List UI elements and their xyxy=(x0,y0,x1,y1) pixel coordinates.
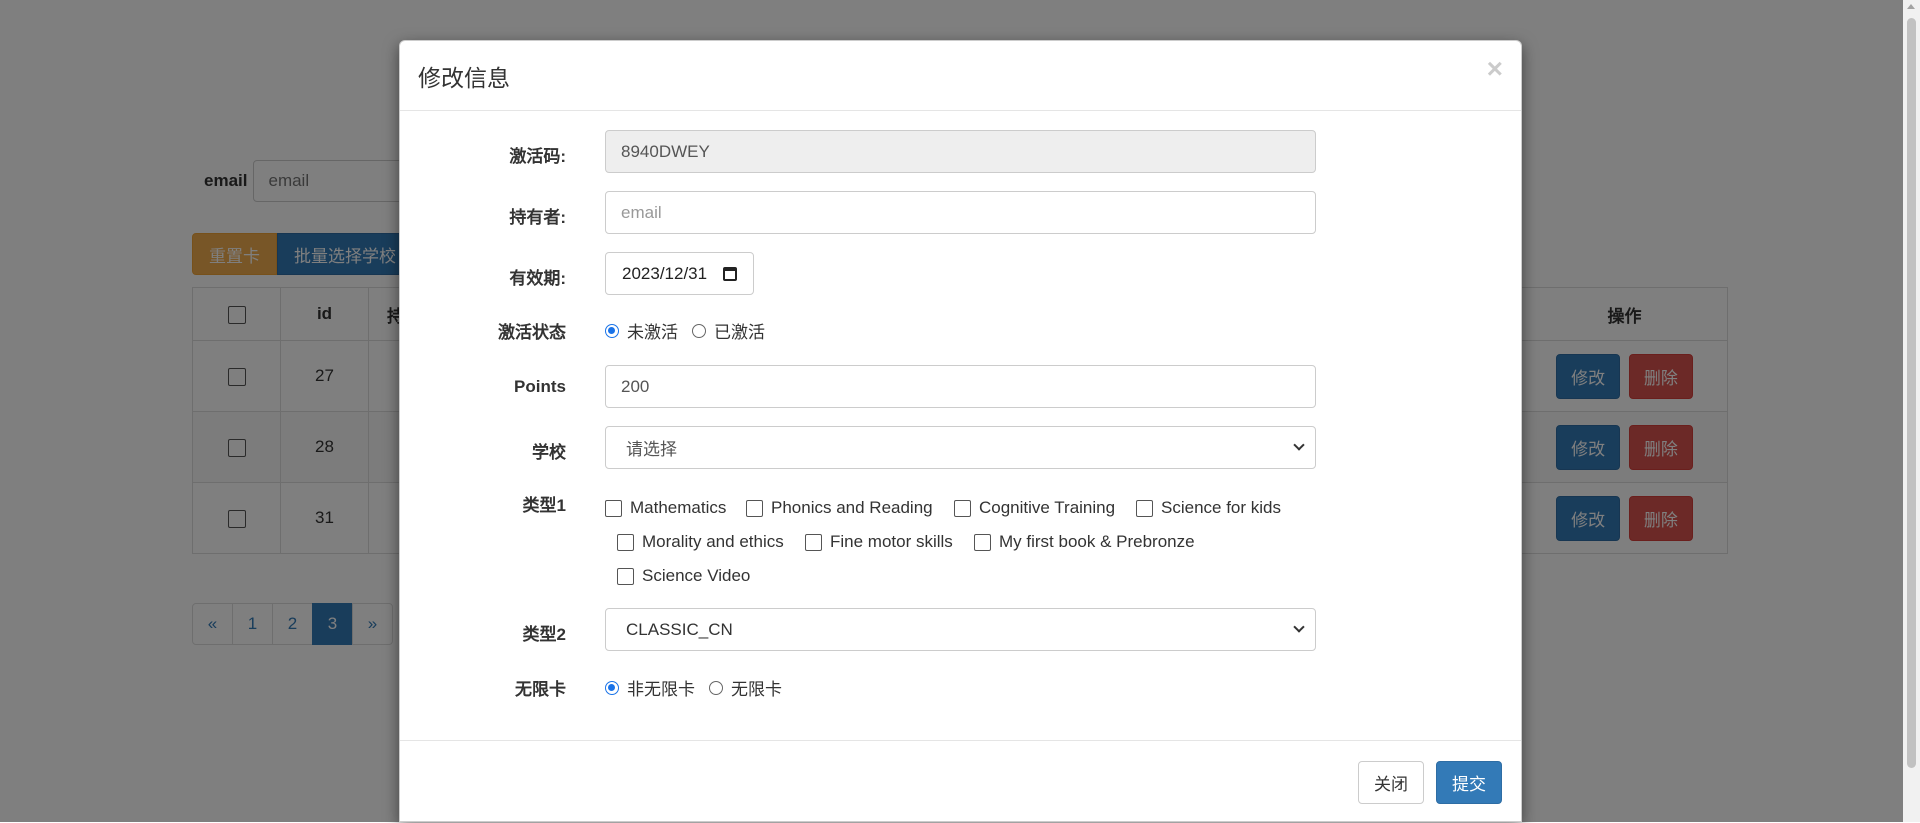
unlimited-option-no[interactable]: 非无限卡 xyxy=(605,675,695,700)
expiry-row: 有效期: 2023/12/31 xyxy=(400,252,1521,295)
status-option-active[interactable]: 已激活 xyxy=(692,318,765,343)
type1-option-science-kids[interactable]: Science for kids xyxy=(1136,498,1281,518)
modal-footer: 关闭 提交 xyxy=(400,740,1521,823)
modal-header: 修改信息 × xyxy=(400,41,1521,111)
cognitive-label: Cognitive Training xyxy=(979,498,1116,517)
first-book-checkbox[interactable] xyxy=(974,533,991,551)
status-option-inactive[interactable]: 未激活 xyxy=(605,318,678,343)
type2-label: 类型2 xyxy=(522,625,566,644)
fine-motor-checkbox[interactable] xyxy=(805,533,822,551)
edit-info-modal: 修改信息 × 激活码: 8940DWEY 持有者: email 有效期: 202… xyxy=(399,40,1522,822)
chevron-down-icon xyxy=(1293,621,1305,633)
status-inactive-radio[interactable] xyxy=(605,323,619,338)
unlimited-card-radio-group: 非无限卡 无限卡 xyxy=(605,675,796,700)
mathematics-checkbox[interactable] xyxy=(605,499,622,517)
type2-select-value: CLASSIC_CN xyxy=(626,619,733,639)
science-video-label: Science Video xyxy=(642,566,751,585)
activation-status-row: 激活状态 未激活 已激活 xyxy=(400,314,1521,344)
holder-label: 持有者: xyxy=(509,208,566,227)
calendar-icon[interactable] xyxy=(723,266,737,281)
cognitive-checkbox[interactable] xyxy=(954,499,971,517)
science-kids-checkbox[interactable] xyxy=(1136,499,1153,517)
fine-motor-label: Fine motor skills xyxy=(830,532,953,551)
first-book-label: My first book & Prebronze xyxy=(999,532,1195,551)
type1-option-first-book[interactable]: My first book & Prebronze xyxy=(974,532,1195,552)
holder-row: 持有者: email xyxy=(400,191,1521,234)
status-active-label: 已激活 xyxy=(714,323,765,342)
status-inactive-label: 未激活 xyxy=(627,323,678,342)
expiry-label: 有效期: xyxy=(509,269,566,288)
holder-email-input[interactable]: email xyxy=(605,191,1316,234)
mathematics-label: Mathematics xyxy=(630,498,727,517)
morality-checkbox[interactable] xyxy=(617,533,634,551)
science-kids-label: Science for kids xyxy=(1161,498,1281,517)
modal-title: 修改信息 xyxy=(418,65,510,91)
close-button[interactable]: 关闭 xyxy=(1358,761,1424,804)
chevron-down-icon xyxy=(1293,439,1305,451)
morality-label: Morality and ethics xyxy=(642,532,784,551)
phonics-label: Phonics and Reading xyxy=(771,498,933,517)
submit-button[interactable]: 提交 xyxy=(1436,761,1502,804)
school-select[interactable]: 请选择 xyxy=(605,426,1316,469)
page-scrollbar[interactable] xyxy=(1903,0,1920,822)
points-row: Points 200 xyxy=(400,365,1521,408)
expiry-date-input[interactable]: 2023/12/31 xyxy=(605,252,754,295)
non-unlimited-radio[interactable] xyxy=(605,680,619,695)
unlimited-option-yes[interactable]: 无限卡 xyxy=(709,675,782,700)
activation-code-field: 8940DWEY xyxy=(605,130,1316,173)
activation-code-label: 激活码: xyxy=(509,147,566,166)
points-label: Points xyxy=(514,377,566,396)
type1-option-cognitive[interactable]: Cognitive Training xyxy=(954,498,1115,518)
activation-code-row: 激活码: 8940DWEY xyxy=(400,130,1521,173)
type2-row: 类型2 CLASSIC_CN xyxy=(400,608,1521,651)
type1-label: 类型1 xyxy=(522,496,566,515)
type1-option-science-video[interactable]: Science Video xyxy=(617,566,750,586)
type1-option-phonics[interactable]: Phonics and Reading xyxy=(746,498,933,518)
school-label: 学校 xyxy=(532,443,566,462)
phonics-checkbox[interactable] xyxy=(746,499,763,517)
unlimited-card-row: 无限卡 非无限卡 无限卡 xyxy=(400,671,1521,701)
expiry-date-value: 2023/12/31 xyxy=(622,263,708,283)
school-row: 学校 请选择 xyxy=(400,426,1521,469)
type2-select[interactable]: CLASSIC_CN xyxy=(605,608,1316,651)
unlimited-label: 无限卡 xyxy=(731,680,782,699)
scrollbar-thumb[interactable] xyxy=(1907,18,1916,768)
type1-option-morality[interactable]: Morality and ethics xyxy=(617,532,784,552)
school-select-value: 请选择 xyxy=(626,440,677,459)
unlimited-radio[interactable] xyxy=(709,680,723,695)
type1-option-mathematics[interactable]: Mathematics xyxy=(605,498,726,518)
type1-option-fine-motor[interactable]: Fine motor skills xyxy=(805,532,953,552)
non-unlimited-label: 非无限卡 xyxy=(627,680,695,699)
unlimited-card-label: 无限卡 xyxy=(515,680,566,699)
scroll-up-arrow-icon[interactable] xyxy=(1907,4,1915,9)
science-video-checkbox[interactable] xyxy=(617,567,634,585)
close-icon[interactable]: × xyxy=(1487,55,1503,83)
activation-status-label: 激活状态 xyxy=(498,323,566,342)
points-input[interactable]: 200 xyxy=(605,365,1316,408)
status-active-radio[interactable] xyxy=(692,323,706,338)
activation-status-radio-group: 未激活 已激活 xyxy=(605,318,779,343)
